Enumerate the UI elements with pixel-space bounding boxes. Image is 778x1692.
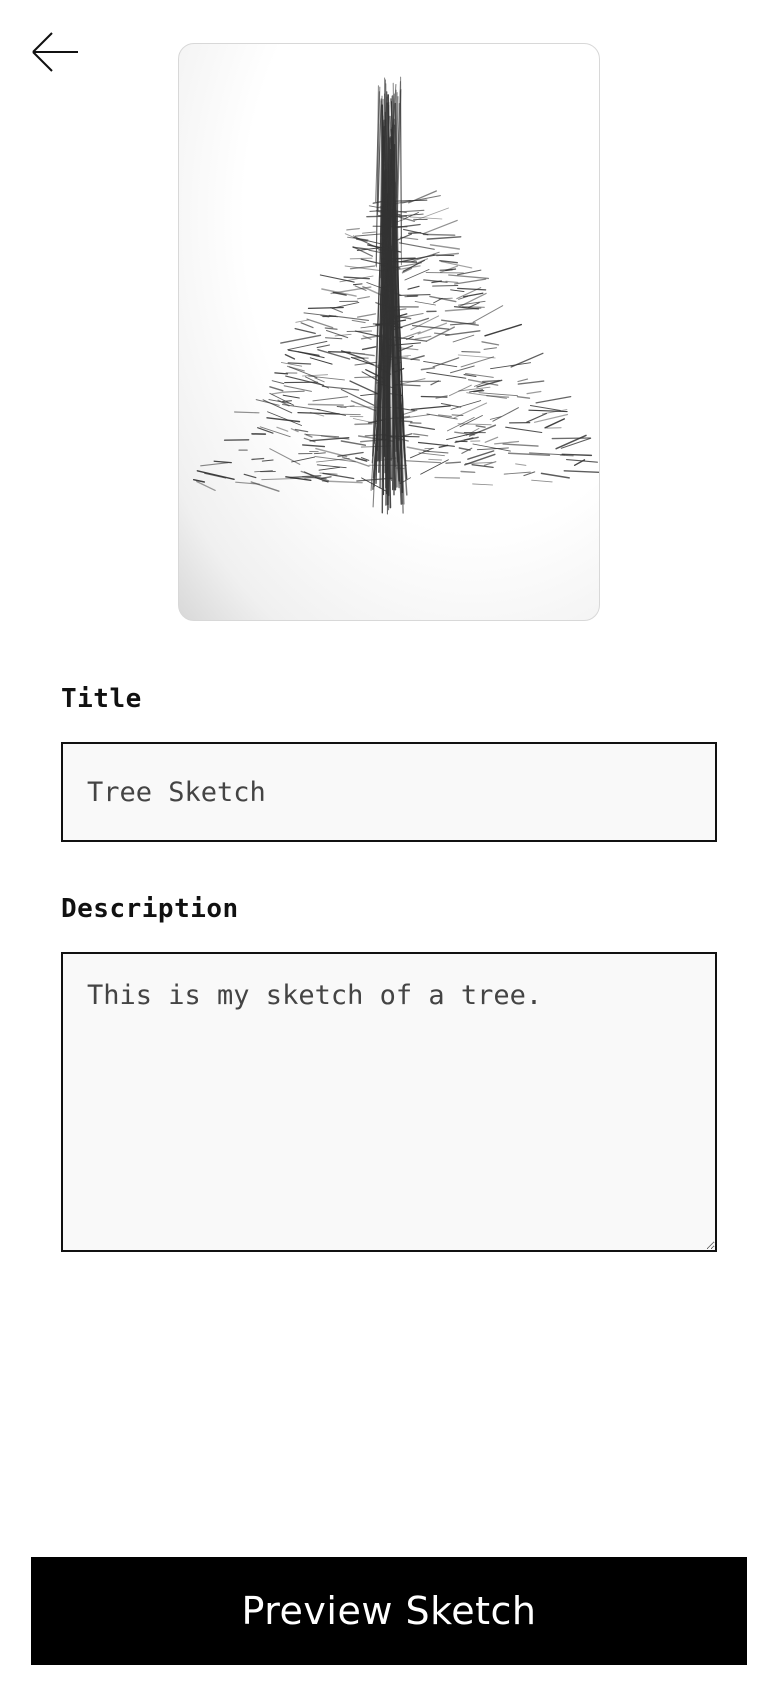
title-input[interactable] <box>61 742 717 842</box>
title-label: Title <box>61 684 142 714</box>
sketch-image-card <box>178 43 600 621</box>
back-button[interactable] <box>30 30 82 74</box>
description-textarea[interactable]: This is my sketch of a tree. <box>61 952 717 1252</box>
preview-sketch-button[interactable]: Preview Sketch <box>31 1557 747 1665</box>
tree-sketch-image <box>192 76 599 515</box>
arrow-left-icon <box>32 32 78 72</box>
description-label: Description <box>61 894 239 924</box>
